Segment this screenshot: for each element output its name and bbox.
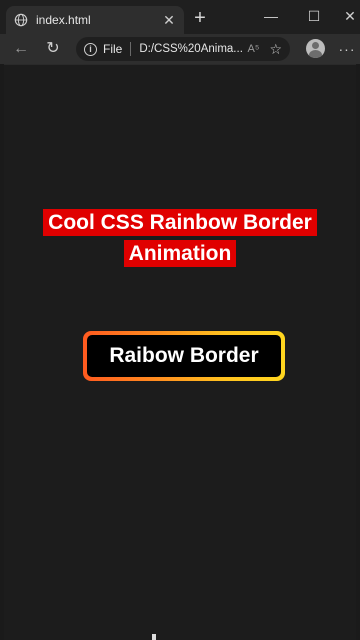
window-close-icon[interactable]: ✕ [343, 9, 357, 23]
page-viewport: Cool CSS Rainbow Border Animation Raibow… [4, 64, 356, 640]
profile-avatar-icon[interactable] [306, 39, 325, 58]
browser-tab[interactable]: index.html ✕ [6, 6, 184, 34]
page-title-line1: Cool CSS Rainbow Border [43, 209, 317, 236]
minimize-icon[interactable]: — [264, 9, 278, 23]
mouse-cursor [152, 634, 156, 640]
close-icon[interactable]: ✕ [162, 13, 176, 27]
maximize-icon[interactable]: ☐ [307, 9, 321, 23]
globe-icon [14, 13, 28, 27]
url-text[interactable]: D:/CSS%20Anima... [139, 43, 243, 55]
address-separator [130, 42, 132, 56]
back-arrow-icon[interactable]: ← [12, 40, 30, 58]
file-label: File [103, 42, 123, 56]
page-title: Cool CSS Rainbow Border Animation [4, 207, 356, 269]
navigation-toolbar: ← ↻ i File D:/CSS%20Anima... A⁵ ☆ ··· [0, 34, 360, 64]
favorite-star-icon[interactable]: ☆ [269, 41, 282, 58]
more-menu-icon[interactable]: ··· [338, 40, 356, 58]
page-title-line2: Animation [123, 240, 237, 267]
tab-title: index.html [36, 13, 91, 27]
reload-icon[interactable]: ↻ [44, 40, 62, 58]
rainbow-border-label: Raibow Border [87, 335, 281, 377]
plus-icon[interactable]: + [190, 8, 210, 28]
rainbow-border-box: Raibow Border [83, 331, 285, 381]
tab-bar: index.html ✕ + — ☐ ✕ [0, 0, 360, 34]
info-icon[interactable]: i [84, 42, 97, 56]
address-bar[interactable]: i File D:/CSS%20Anima... A⁵ ☆ [76, 37, 290, 61]
read-aloud-icon[interactable]: A⁵ [248, 43, 260, 55]
